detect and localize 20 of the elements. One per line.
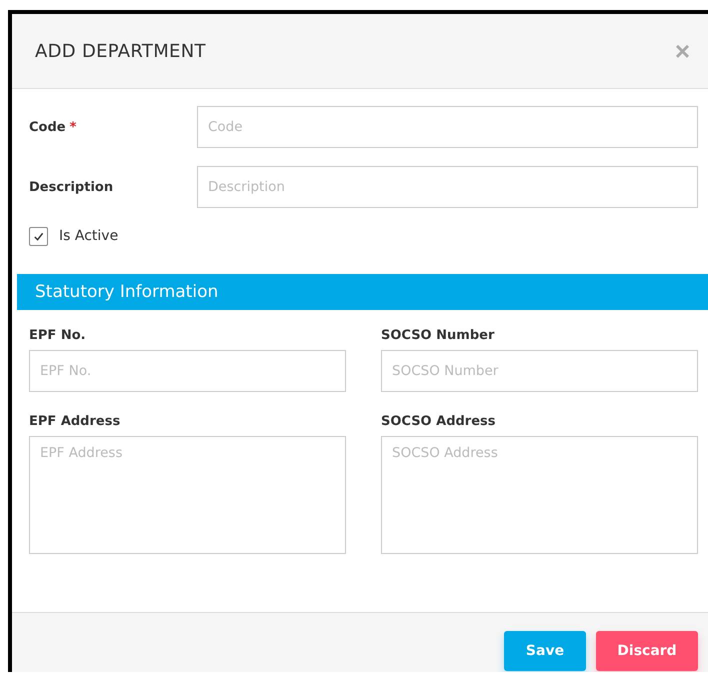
section-header: Statutory Information (17, 274, 708, 310)
field-label: EPF No. (29, 328, 87, 343)
dialog-title: ADD DEPARTMENT (35, 40, 206, 62)
input-field[interactable]: SOCSO Number (381, 350, 698, 392)
text-area[interactable]: EPF Address (29, 436, 346, 554)
checkbox[interactable] (29, 226, 48, 246)
field-label: SOCSO Address (381, 414, 497, 429)
input-field[interactable]: Description (197, 166, 698, 208)
input-field[interactable]: Code (197, 106, 698, 148)
field-label: SOCSO Number (381, 328, 496, 343)
field-label: Description (29, 180, 114, 194)
discard-button[interactable]: Discard (596, 631, 698, 671)
check-icon (33, 230, 44, 242)
close-button[interactable]: × (674, 38, 690, 64)
input-field[interactable]: EPF No. (29, 350, 346, 392)
text-area[interactable]: SOCSO Address (381, 436, 698, 554)
checkbox-label: Is Active (59, 228, 118, 244)
field-label: Code * (29, 120, 78, 134)
field-label: EPF Address (29, 414, 122, 429)
save-button[interactable]: Save (504, 631, 586, 671)
